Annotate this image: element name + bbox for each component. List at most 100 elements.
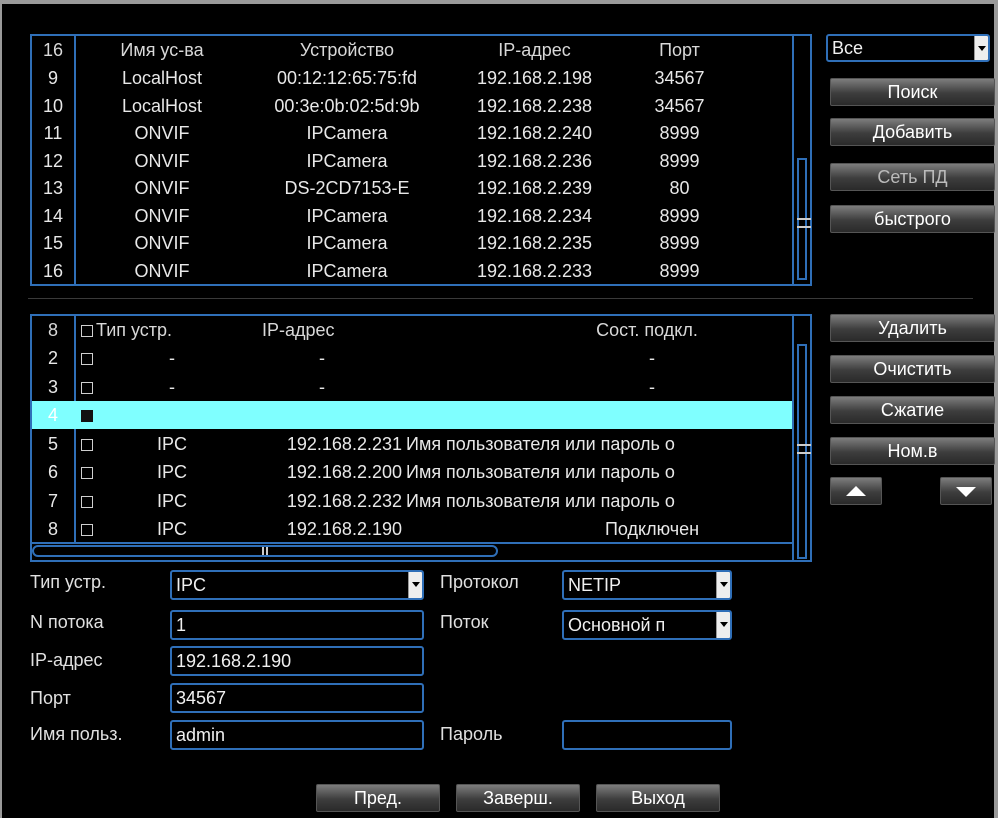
ip-address: 192.168.2.233 [476,260,593,281]
table-row[interactable]: 12 ONVIF IPCamera 192.168.2.236 8999 [32,147,792,175]
device-id: IPCamera [306,150,388,171]
scrollbar-thumb[interactable] [797,344,811,559]
device-type: - [169,348,175,368]
ip-address: - [319,348,325,368]
port: 8999 [659,260,700,281]
column-header-ip: IP-адрес [262,320,335,340]
device-type: IPC [156,490,187,511]
clear-button[interactable]: Очистить [830,355,995,383]
table-row[interactable]: 16 ONVIF IPCamera 192.168.2.233 8999 [32,257,792,285]
search-button[interactable]: Поиск [830,78,995,106]
chevron-down-icon [716,612,730,638]
exit-button[interactable]: Выход [596,784,720,812]
port: 8999 [659,150,700,171]
row-index: 4 [47,405,58,425]
device-id: IPCamera [306,205,388,226]
table-row[interactable]: 15 ONVIF IPCamera 192.168.2.235 8999 [32,229,792,257]
ip-input[interactable]: 192.168.2.190 [170,646,424,676]
device-id: IPCamera [306,233,388,253]
row-index: 6 [47,462,58,482]
row-checkbox[interactable] [81,353,93,366]
scrollbar[interactable] [792,36,811,284]
column-header-device: Устройство [299,40,395,60]
chevron-down-icon [974,36,988,60]
connection-status: - [649,348,655,368]
port: 8999 [659,205,700,226]
quick-setup-button[interactable]: быстрого [830,205,995,233]
chevron-down-icon [408,572,422,598]
table-row[interactable]: 6 IPC 192.168.2.200 Имя пользователя или па… [32,458,792,486]
move-up-button[interactable] [830,477,882,505]
table-row[interactable]: 3 - - - [32,373,792,401]
column-header-port: Порт [659,40,700,60]
table-row[interactable]: 11 ONVIF IPCamera 192.168.2.240 8999 [32,119,792,147]
ip-address: 192.168.2.240 [476,123,593,143]
ip-address: - [319,376,325,397]
row-index: 12 [42,150,64,171]
ip-address: 192.168.2.198 [476,68,593,88]
row-checkbox[interactable] [81,495,93,508]
number-button[interactable]: Ном.в [830,437,995,465]
stream-select[interactable]: Основной п [562,610,732,640]
select-all-checkbox[interactable] [81,325,93,338]
ip-address [238,401,402,429]
table-row[interactable]: 4 [32,401,792,429]
ip-address: 192.168.2.200 [286,462,402,482]
connection-status: Имя пользователя или пароль о [406,462,675,482]
username-input[interactable]: admin [170,720,424,750]
port: 80 [669,178,690,198]
table-row[interactable]: 10 LocalHost 00:3e:0b:02:5d:9b 192.168.2.23… [32,92,792,120]
table-row[interactable]: 7 IPC 192.168.2.232 Имя пользователя или па… [32,487,792,515]
table-header: 8 Тип устр. IP-адрес Сост. подкл. [32,316,792,344]
previous-button[interactable]: Пред. [316,784,440,812]
table-row[interactable]: 13 ONVIF DS-2CD7153-E 192.168.2.239 80 [32,174,792,202]
filter-select[interactable]: Все [826,34,990,62]
device-type [112,401,232,429]
row-index: 5 [47,433,58,454]
row-checkbox[interactable] [81,381,93,394]
column-header-count: 8 [47,320,58,340]
port: 8999 [659,233,700,253]
row-checkbox[interactable] [81,410,93,423]
device-name: ONVIF [134,178,190,198]
row-index: 2 [47,348,58,368]
channel-input[interactable]: 1 [170,610,424,640]
filter-select-value: Все [832,38,864,58]
password-input[interactable] [562,720,732,750]
port-input[interactable]: 34567 [170,683,424,713]
device-type-select[interactable]: IPC [170,570,424,600]
table-row[interactable]: 2 - - - [32,344,792,372]
row-index: 7 [47,490,58,511]
connection-status: - [649,376,655,397]
compression-button[interactable]: Сжатие [830,396,995,424]
table-row[interactable]: 9 LocalHost 00:12:12:65:75:fd 192.168.2.198… [32,64,792,92]
delete-button[interactable]: Удалить [830,314,995,342]
add-button[interactable]: Добавить [830,118,995,146]
row-checkbox[interactable] [81,467,93,480]
ip-address: 192.168.2.236 [476,150,593,171]
network-config-button[interactable]: Сеть ПД [830,163,995,191]
protocol-select[interactable]: NETIP [562,570,732,600]
row-checkbox[interactable] [81,438,93,451]
ip-address: 192.168.2.232 [286,490,402,511]
horizontal-scrollbar-thumb[interactable] [32,545,498,557]
table-row[interactable]: 5 IPC 192.168.2.231 Имя пользователя или па… [32,430,792,458]
table-row[interactable]: 8 IPC 192.168.2.190 Подключен [32,515,792,543]
device-type: IPC [156,433,187,454]
table-row[interactable]: 14 ONVIF IPCamera 192.168.2.234 8999 [32,202,792,230]
horizontal-scrollbar[interactable] [32,542,792,560]
row-index: 11 [43,123,63,143]
ip-label: IP-адрес [30,650,103,670]
scrollbar[interactable] [792,316,811,560]
row-checkbox[interactable] [81,524,93,537]
row-index: 8 [47,519,58,539]
scrollbar-thumb[interactable] [797,158,811,280]
connection-status: Имя пользователя или пароль о [406,433,675,454]
move-down-button[interactable] [940,477,992,505]
row-index: 16 [42,260,64,281]
device-name: ONVIF [134,260,190,281]
finish-button[interactable]: Заверш. [456,784,580,812]
device-id: 00:12:12:65:75:fd [276,68,418,88]
column-header-type: Тип устр. [96,320,173,340]
column-header-name: Имя ус-ва [120,40,204,60]
